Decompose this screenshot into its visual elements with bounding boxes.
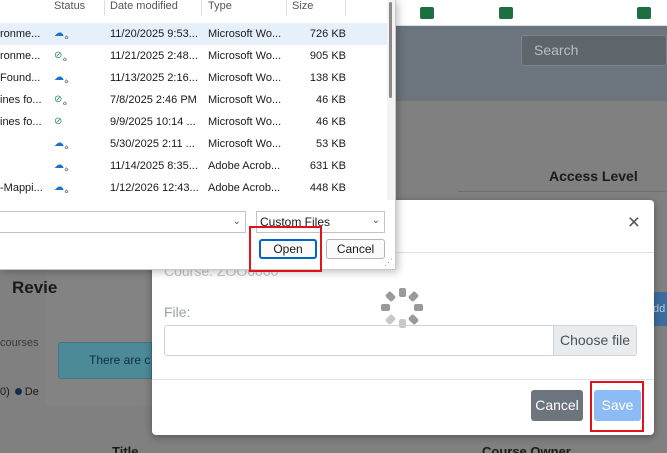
file-size: 726 KB xyxy=(309,28,346,40)
title-column-header: Title xyxy=(112,444,139,453)
close-icon[interactable]: × xyxy=(628,212,640,233)
file-list-item[interactable]: -Mappi... ☁ ጰ 1/12/2026 12:43... Adobe A… xyxy=(0,177,391,199)
file-name: ines fo... xyxy=(0,94,42,106)
file-date: 5/30/2025 2:11 ... xyxy=(110,138,195,150)
file-date: 1/12/2026 12:43... xyxy=(110,182,199,194)
file-size: 448 KB xyxy=(309,182,346,194)
file-size: 631 KB xyxy=(309,160,346,172)
file-name-combobox[interactable]: ⌄ xyxy=(0,211,246,233)
resize-grip-icon[interactable]: ⋰ xyxy=(384,258,393,267)
file-type: Microsoft Wo... xyxy=(208,50,282,62)
file-size: 46 KB xyxy=(316,94,346,106)
column-separator[interactable] xyxy=(286,0,287,16)
file-size: 53 KB xyxy=(316,138,346,150)
file-name: Found... xyxy=(0,72,41,84)
excel-icon xyxy=(637,7,651,19)
file-list-item[interactable]: ☁ ጰ 5/30/2025 2:11 ... Microsoft Wo... 5… xyxy=(0,133,391,155)
cloud-icon: ☁ ጰ xyxy=(54,138,94,149)
file-list-item[interactable]: ☁ ጰ 11/14/2025 8:35... Adobe Acrob... 63… xyxy=(0,155,391,177)
cancel-button[interactable]: Cancel xyxy=(531,390,583,421)
file-date: 9/9/2025 10:14 ... xyxy=(110,116,196,128)
column-separator[interactable] xyxy=(104,0,105,16)
background-divider xyxy=(458,191,667,192)
file-type: Adobe Acrob... xyxy=(208,160,281,172)
excel-icon xyxy=(499,7,513,19)
file-date: 11/13/2025 2:16... xyxy=(110,72,198,84)
file-type: Microsoft Wo... xyxy=(208,138,282,150)
synced-check-icon: ⊘ xyxy=(54,116,63,127)
file-size: 138 KB xyxy=(309,72,346,84)
type-column-header[interactable]: Type xyxy=(208,0,284,18)
radio-dot-icon[interactable] xyxy=(14,388,22,395)
radio-label: De xyxy=(24,386,39,398)
file-type: Microsoft Wo... xyxy=(208,72,282,84)
excel-icon xyxy=(420,7,434,19)
courses-text: courses xyxy=(0,337,39,349)
radio-label: 0) xyxy=(0,386,10,398)
column-separator[interactable] xyxy=(345,0,346,16)
file-list-item[interactable]: ines fo... ⊘ ጰ 7/8/2025 2:46 PM Microsof… xyxy=(0,89,391,111)
dialog-cancel-button[interactable]: Cancel xyxy=(326,239,385,259)
file-name: -Mappi... xyxy=(0,182,43,194)
synced-check-icon: ⊘ ጰ xyxy=(54,94,94,105)
scrollbar-thumb[interactable] xyxy=(389,2,392,98)
column-separator[interactable] xyxy=(201,0,202,16)
shared-person-icon: ጰ xyxy=(64,143,70,149)
shared-person-icon: ጰ xyxy=(64,165,70,171)
cloud-icon: ☁ ጰ xyxy=(54,72,94,83)
file-open-dialog: Status Date modified Type Size ronme... … xyxy=(0,0,396,270)
file-name: ronme... xyxy=(0,28,41,40)
file-type: Microsoft Wo... xyxy=(208,116,282,128)
file-list-item[interactable]: ronme... ⊘ ጰ 11/21/2025 2:48... Microsof… xyxy=(0,45,391,67)
loading-spinner-icon xyxy=(381,288,423,328)
cloud-icon: ☁ ጰ xyxy=(54,28,94,39)
open-button-highlight xyxy=(249,226,322,272)
shared-person-icon: ጰ xyxy=(64,77,70,83)
shared-person-icon: ጰ xyxy=(62,55,68,61)
synced-check-icon: ⊘ ጰ xyxy=(54,50,94,61)
chevron-down-icon[interactable]: ⌄ xyxy=(372,216,380,226)
file-date: 11/20/2025 9:53... xyxy=(110,28,198,40)
add-button[interactable]: dd xyxy=(652,292,667,326)
cloud-icon: ☁ ጰ xyxy=(54,160,94,171)
file-list-item[interactable]: ronme... ☁ ጰ 11/20/2025 9:53... Microsof… xyxy=(0,23,391,45)
file-input[interactable]: Choose file xyxy=(164,325,637,356)
cloud-icon: ☁ ጰ xyxy=(54,182,94,193)
course-owner-column-header: Course Owner xyxy=(482,444,571,453)
file-type: Microsoft Wo... xyxy=(208,94,282,106)
date-modified-column-header[interactable]: Date modified xyxy=(110,0,200,18)
file-date: 7/8/2025 2:46 PM xyxy=(110,94,197,106)
file-input-value[interactable] xyxy=(165,326,553,355)
file-list-item[interactable]: Found... ☁ ጰ 11/13/2025 2:16... Microsof… xyxy=(0,67,391,89)
file-size: 46 KB xyxy=(316,116,346,128)
file-name: ronme... xyxy=(0,50,41,62)
file-type: Microsoft Wo... xyxy=(208,28,282,40)
reviews-heading: Revie xyxy=(12,278,58,297)
shared-person-icon: ጰ xyxy=(62,99,68,105)
status-column-header[interactable]: Status xyxy=(54,0,104,18)
save-button-highlight xyxy=(590,381,644,432)
file-label: File: xyxy=(164,304,191,320)
file-type: Adobe Acrob... xyxy=(208,182,281,194)
size-column-header[interactable]: Size xyxy=(292,0,342,18)
chevron-down-icon[interactable]: ⌄ xyxy=(233,216,241,227)
shared-person-icon: ጰ xyxy=(64,187,70,193)
shared-person-icon: ጰ xyxy=(64,33,70,39)
background-search-input[interactable]: Search xyxy=(521,35,667,66)
filter-radio-group[interactable]: 0) De xyxy=(0,386,39,398)
modal-footer-divider xyxy=(152,379,654,380)
choose-file-button[interactable]: Choose file xyxy=(553,326,636,355)
file-size: 905 KB xyxy=(309,50,346,62)
file-date: 11/21/2025 2:48... xyxy=(110,50,198,62)
file-list-item[interactable]: ines fo... ⊘ 9/9/2025 10:14 ... Microsof… xyxy=(0,111,391,133)
info-alert: There are curr xyxy=(58,342,152,379)
file-date: 11/14/2025 8:35... xyxy=(110,160,198,172)
file-name: ines fo... xyxy=(0,116,42,128)
access-level-header: Access Level xyxy=(549,168,638,184)
